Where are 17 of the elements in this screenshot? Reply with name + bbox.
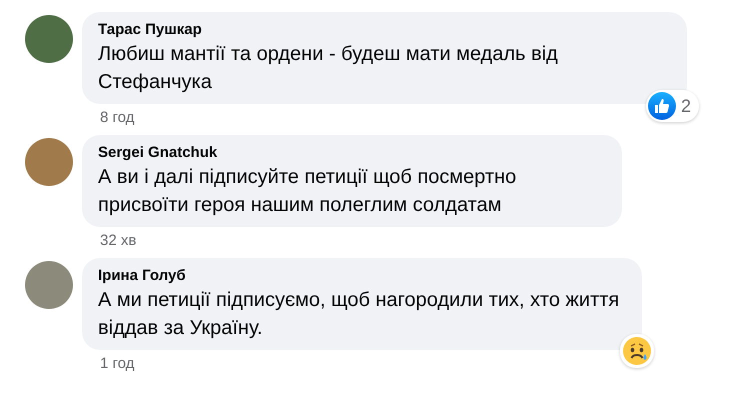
comment-text: Любиш мантії та ордени - будеш мати медаль від Стефанчука xyxy=(98,42,559,95)
comment-time[interactable]: 8 год xyxy=(100,109,134,126)
reaction-count: 2 xyxy=(680,96,691,116)
avatar-photo[interactable] xyxy=(25,261,73,309)
avatar-photo[interactable] xyxy=(25,138,73,186)
avatar-photo[interactable] xyxy=(25,15,73,63)
sad-face-icon xyxy=(622,336,652,366)
reaction-badge[interactable] xyxy=(620,334,654,368)
comment-text: А ми петиції підписуємо, щоб нагородили тих, хто життя віддав за Україну. xyxy=(98,288,620,341)
reaction-badge[interactable]: 2 xyxy=(646,90,699,122)
thumbs-up-icon xyxy=(648,92,676,120)
author-name[interactable]: Sergei Gnatchuk xyxy=(98,144,606,161)
author-name[interactable]: Тарас Пушкар xyxy=(98,21,671,38)
comment-text: А ви і далі підписуйте петиції щоб посмертно присвоїти героя нашим полеглим солдатам xyxy=(98,165,518,218)
comment-time[interactable]: 1 год xyxy=(100,355,134,372)
comment-time[interactable]: 32 хв xyxy=(100,232,136,249)
author-name[interactable]: Ірина Голуб xyxy=(98,267,626,284)
